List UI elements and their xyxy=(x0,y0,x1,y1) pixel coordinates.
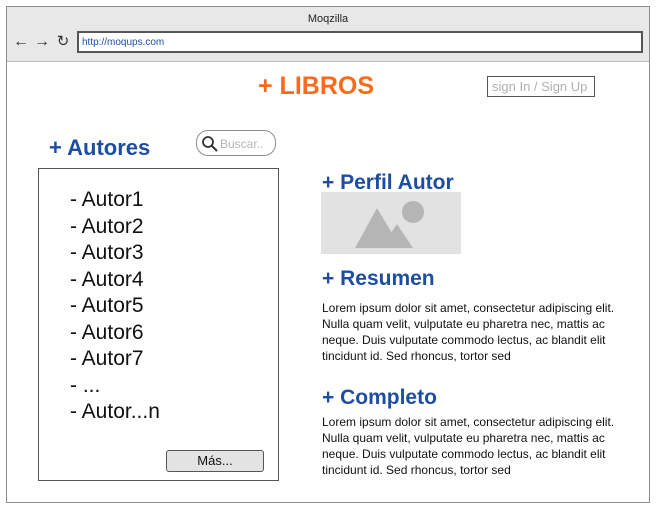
forward-arrow-icon[interactable]: → xyxy=(34,34,50,50)
author-list-item[interactable]: - ... xyxy=(70,373,160,400)
author-image-placeholder xyxy=(321,192,461,254)
author-list-item[interactable]: - Autor5 xyxy=(70,293,160,320)
summary-heading: + Resumen xyxy=(322,267,435,290)
search-input[interactable]: Buscar.. xyxy=(196,130,276,156)
authors-heading: + Autores xyxy=(49,135,151,160)
author-list-item[interactable]: - Autor...n xyxy=(70,399,160,426)
window-title: Moqzilla xyxy=(307,13,349,25)
author-list-item[interactable]: - Autor7 xyxy=(70,346,160,373)
author-list-item[interactable]: - Autor6 xyxy=(70,320,160,347)
complete-text: Lorem ipsum dolor sit amet, consectetur … xyxy=(322,415,615,477)
reload-icon[interactable]: ↻ xyxy=(55,34,71,50)
summary-text: Lorem ipsum dolor sit amet, consectetur … xyxy=(322,301,615,363)
sign-in-button[interactable]: sign In / Sign Up xyxy=(487,76,595,97)
author-list-item[interactable]: - Autor1 xyxy=(70,187,160,214)
search-icon xyxy=(202,136,218,152)
search-placeholder: Buscar.. xyxy=(220,137,264,151)
browser-toolbar: Moqzilla ← → ↻ http://moqups.com xyxy=(7,7,649,62)
complete-heading: + Completo xyxy=(322,386,437,409)
address-bar[interactable]: http://moqups.com xyxy=(77,31,643,53)
authors-list: - Autor1- Autor2- Autor3- Autor4- Autor5… xyxy=(70,187,160,426)
author-list-item[interactable]: - Autor4 xyxy=(70,267,160,294)
author-list-item[interactable]: - Autor2 xyxy=(70,214,160,241)
image-placeholder-icon xyxy=(355,201,424,248)
more-button[interactable]: Más... xyxy=(166,450,264,472)
author-list-item[interactable]: - Autor3 xyxy=(70,240,160,267)
back-arrow-icon[interactable]: ← xyxy=(13,34,29,50)
authors-list-panel: - Autor1- Autor2- Autor3- Autor4- Autor5… xyxy=(38,168,279,481)
site-brand: + LIBROS xyxy=(258,72,374,100)
